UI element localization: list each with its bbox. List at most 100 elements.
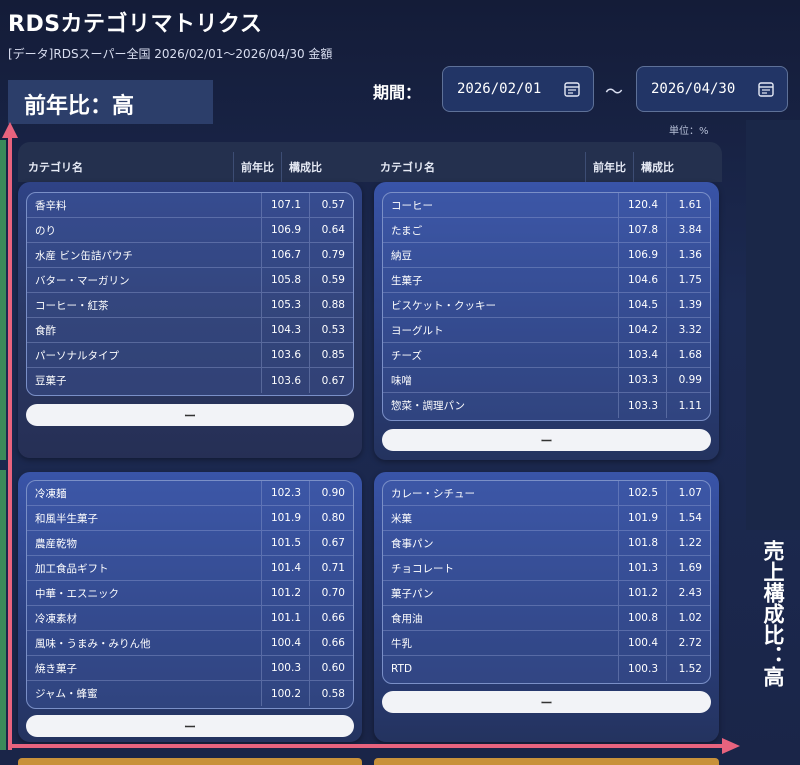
yoy-value: 101.5 <box>261 531 309 555</box>
category-table-bottom-right: カレー・シチュー 102.5 1.07 米菓 101.9 1.54 食事パン 101.8 1.2… <box>382 480 711 684</box>
yoy-value: 100.3 <box>261 656 309 680</box>
category-name: 加工食品ギフト <box>35 562 109 575</box>
yoy-value: 101.2 <box>261 581 309 605</box>
category-table-top-left: 香辛料 107.1 0.57 のり 106.9 0.64 水産 ビン缶詰パウチ 106.7 0.… <box>26 192 354 396</box>
share-value: 2.72 <box>666 631 710 655</box>
share-value: 0.64 <box>309 218 353 242</box>
table-row[interactable]: バター・マーガリン 105.8 0.59 <box>27 268 353 293</box>
category-name: ビスケット・クッキー <box>391 299 496 312</box>
share-value: 0.60 <box>309 656 353 680</box>
y-axis-label: 前年比：高 <box>8 80 213 124</box>
category-name: チーズ <box>391 349 422 362</box>
yoy-value: 103.6 <box>261 343 309 367</box>
category-table-top-right: コーヒー 120.4 1.61 たまご 107.8 3.84 納豆 106.9 1.36 生菓子 1… <box>382 192 711 421</box>
calendar-icon[interactable] <box>563 80 581 98</box>
yoy-value: 103.4 <box>618 343 666 367</box>
share-value: 1.07 <box>666 481 710 505</box>
table-row[interactable]: RTD 100.3 1.52 <box>383 656 710 681</box>
table-row[interactable]: 菓子パン 101.2 2.43 <box>383 581 710 606</box>
table-row[interactable]: 風味・うまみ・みりん他 100.4 0.66 <box>27 631 353 656</box>
y-axis-arrowhead <box>2 122 18 138</box>
table-row[interactable]: 焼き菓子 100.3 0.60 <box>27 656 353 681</box>
column-header-share[interactable]: 構成比 <box>633 152 681 182</box>
table-row[interactable]: たまご 107.8 3.84 <box>383 218 710 243</box>
category-name: 生菓子 <box>391 274 423 287</box>
yoy-value: 100.8 <box>618 606 666 630</box>
table-row[interactable]: 中華・エスニック 101.2 0.70 <box>27 581 353 606</box>
yoy-value: 106.9 <box>618 243 666 267</box>
table-row[interactable]: のり 106.9 0.64 <box>27 218 353 243</box>
table-row[interactable]: 米菓 101.9 1.54 <box>383 506 710 531</box>
category-table-bottom-left: 冷凍麺 102.3 0.90 和風半生菓子 101.9 0.80 農産乾物 101.5 0.67… <box>26 480 354 709</box>
share-value: 2.43 <box>666 581 710 605</box>
yoy-value: 107.8 <box>618 218 666 242</box>
category-name: 農産乾物 <box>35 537 77 550</box>
table-row[interactable]: 食事パン 101.8 1.22 <box>383 531 710 556</box>
category-name: 菓子パン <box>391 587 434 600</box>
table-row[interactable]: 納豆 106.9 1.36 <box>383 243 710 268</box>
x-axis-arrow <box>8 744 724 748</box>
category-name: 冷凍素材 <box>35 612 77 625</box>
collapse-button[interactable]: ー <box>382 691 711 713</box>
table-row[interactable]: ビスケット・クッキー 104.5 1.39 <box>383 293 710 318</box>
yoy-value: 101.8 <box>618 531 666 555</box>
table-row[interactable]: 食用油 100.8 1.02 <box>383 606 710 631</box>
calendar-icon[interactable] <box>757 80 775 98</box>
table-row[interactable]: 食酢 104.3 0.53 <box>27 318 353 343</box>
share-value: 1.02 <box>666 606 710 630</box>
table-row[interactable]: パーソナルタイプ 103.6 0.85 <box>27 343 353 368</box>
table-row[interactable]: コーヒー・紅茶 105.3 0.88 <box>27 293 353 318</box>
table-row[interactable]: カレー・シチュー 102.5 1.07 <box>383 481 710 506</box>
category-name: コーヒー <box>391 199 433 212</box>
x-axis-label: 売上構成比：高 <box>761 540 785 687</box>
collapse-button[interactable]: ー <box>26 715 354 737</box>
bottom-quadrant-tab <box>18 758 362 765</box>
column-header-yoy[interactable]: 前年比 <box>233 152 281 182</box>
yoy-value: 105.3 <box>261 293 309 317</box>
table-row[interactable]: チョコレート 101.3 1.69 <box>383 556 710 581</box>
table-row[interactable]: 農産乾物 101.5 0.67 <box>27 531 353 556</box>
column-header-yoy[interactable]: 前年比 <box>585 152 633 182</box>
period-label: 期間： <box>373 83 422 102</box>
unit-label: 単位：% <box>669 126 709 137</box>
category-name: 納豆 <box>391 249 412 262</box>
table-row[interactable]: 生菓子 104.6 1.75 <box>383 268 710 293</box>
category-name: 香辛料 <box>35 199 67 212</box>
column-header-share[interactable]: 構成比 <box>281 152 329 182</box>
table-row[interactable]: コーヒー 120.4 1.61 <box>383 193 710 218</box>
table-row[interactable]: 味噌 103.3 0.99 <box>383 368 710 393</box>
yoy-value: 104.3 <box>261 318 309 342</box>
collapse-button[interactable]: ー <box>26 404 354 426</box>
table-row[interactable]: 牛乳 100.4 2.72 <box>383 631 710 656</box>
share-value: 0.99 <box>666 368 710 392</box>
table-row[interactable]: 水産 ビン缶詰パウチ 106.7 0.79 <box>27 243 353 268</box>
category-name: 食酢 <box>35 324 56 337</box>
table-row[interactable]: チーズ 103.4 1.68 <box>383 343 710 368</box>
table-row[interactable]: 和風半生菓子 101.9 0.80 <box>27 506 353 531</box>
table-row[interactable]: 豆菓子 103.6 0.67 <box>27 368 353 393</box>
collapse-button[interactable]: ー <box>382 429 711 451</box>
table-row[interactable]: ジャム・蜂蜜 100.2 0.58 <box>27 681 353 706</box>
yoy-value: 101.9 <box>618 506 666 530</box>
table-row[interactable]: 香辛料 107.1 0.57 <box>27 193 353 218</box>
yoy-value: 100.4 <box>618 631 666 655</box>
share-value: 0.58 <box>309 681 353 706</box>
table-row[interactable]: ヨーグルト 104.2 3.32 <box>383 318 710 343</box>
x-axis-arrowhead <box>722 738 740 754</box>
share-value: 1.75 <box>666 268 710 292</box>
table-row[interactable]: 冷凍素材 101.1 0.66 <box>27 606 353 631</box>
share-value: 0.57 <box>309 193 353 217</box>
yoy-value: 102.3 <box>261 481 309 505</box>
start-date-input[interactable]: 2026/02/01 <box>442 66 594 112</box>
category-name: 水産 ビン缶詰パウチ <box>35 249 133 262</box>
end-date-input[interactable]: 2026/04/30 <box>636 66 788 112</box>
share-value: 0.59 <box>309 268 353 292</box>
category-name: 冷凍麺 <box>35 487 67 500</box>
table-row[interactable]: 加工食品ギフト 101.4 0.71 <box>27 556 353 581</box>
category-name: 豆菓子 <box>35 375 67 387</box>
yoy-value: 100.3 <box>618 656 666 681</box>
table-row[interactable]: 惣菜・調理パン 103.3 1.11 <box>383 393 710 418</box>
share-value: 0.88 <box>309 293 353 317</box>
table-row[interactable]: 冷凍麺 102.3 0.90 <box>27 481 353 506</box>
share-value: 1.36 <box>666 243 710 267</box>
